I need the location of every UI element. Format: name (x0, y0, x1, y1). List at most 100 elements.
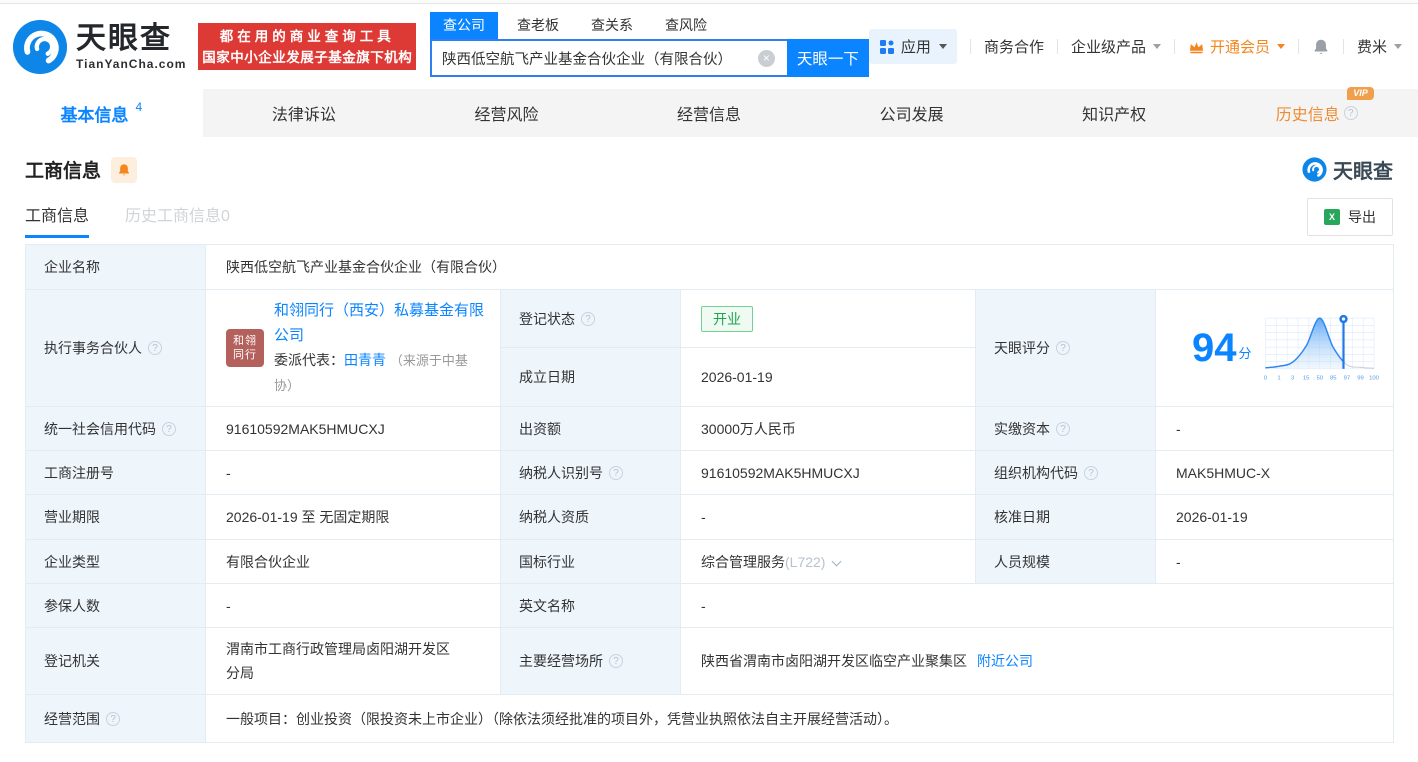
tab-intellectual-property[interactable]: 知识产权 (1013, 89, 1216, 137)
section-header: 工商信息 天眼查 (25, 137, 1393, 184)
tab-label: 公司发展 (880, 101, 944, 125)
company-name-cell: 陕西低空航飞产业基金合伙企业（有限合伙） (206, 245, 1394, 290)
registration-status-cell: 开业 (681, 290, 976, 348)
field-label: 组织机构代码 (994, 463, 1078, 483)
taxpayer-quality-label-cell: 纳税人资质 (501, 495, 681, 540)
avatar-text: 同行 (233, 348, 257, 362)
insured-count-cell: - (206, 584, 501, 628)
company-section-tabs: 基本信息4 法律诉讼 经营风险 经营信息 公司发展 知识产权 历史信息 VIP (0, 89, 1418, 137)
partner-avatar[interactable]: 和翎 同行 (226, 329, 264, 367)
nav-cooperation[interactable]: 商务合作 (984, 36, 1044, 57)
chevron-down-icon[interactable] (832, 556, 842, 566)
registration-authority-value: 渭南市工商行政管理局卤阳湖开发区分局 (226, 641, 450, 681)
promo-line1: 都在用的商业查询工具 (198, 26, 416, 47)
tab-count-badge: 4 (135, 100, 142, 114)
subscribe-bell-button[interactable] (111, 157, 137, 183)
representative-link[interactable]: 田青青 (344, 352, 386, 368)
vip-badge: VIP (1347, 87, 1374, 100)
business-term-value: 2026-01-19 至 无固定期限 (226, 509, 389, 525)
business-scope-label-cell: 经营范围 (26, 695, 206, 743)
paid-capital-label-cell: 实缴资本 (976, 407, 1156, 451)
search-tab-company[interactable]: 查公司 (430, 12, 498, 39)
field-label: 英文名称 (519, 596, 575, 616)
excel-icon (1324, 209, 1340, 225)
caret-down-icon (1394, 44, 1402, 49)
username-label: 费米 (1357, 36, 1387, 57)
industry-cell[interactable]: 综合管理服务(L722) (681, 540, 976, 584)
subtab-business-info[interactable]: 工商信息 (25, 202, 89, 238)
field-label: 登记状态 (519, 309, 575, 329)
tianyan-score-cell: 94 分 (1156, 290, 1394, 407)
search-tab-risk[interactable]: 查风险 (652, 12, 720, 39)
enterprise-label: 企业级产品 (1071, 36, 1146, 57)
nav-user-menu[interactable]: 费米 (1357, 36, 1402, 57)
company-type-value: 有限合伙企业 (226, 554, 310, 570)
nearby-companies-link[interactable]: 附近公司 (977, 651, 1033, 671)
partner-company-link[interactable]: 和翎同行（西安）私募基金有限公司 (274, 302, 484, 344)
tab-operating-info[interactable]: 经营信息 (608, 89, 811, 137)
tianyancha-logo[interactable]: 天眼查 TianYanCha.com (12, 19, 186, 75)
subtab-history-business-info[interactable]: 历史工商信息0 (125, 202, 230, 238)
tab-history-info[interactable]: 历史信息 VIP (1215, 89, 1418, 137)
search-clear-icon[interactable] (758, 50, 775, 67)
tab-label: 经营风险 (474, 101, 538, 125)
tianyan-score-label-cell: 天眼评分 (976, 290, 1156, 407)
establish-date-label-cell: 成立日期 (501, 348, 681, 407)
registration-no-cell: - (206, 451, 501, 495)
nav-enterprise-products[interactable]: 企业级产品 (1071, 36, 1161, 57)
field-label: 执行事务合伙人 (44, 338, 142, 358)
tab-label: 经营信息 (677, 101, 741, 125)
field-label: 主要经营场所 (519, 651, 603, 671)
nav-separator (1343, 39, 1344, 54)
watermark-text: 天眼查 (1333, 155, 1393, 184)
uscc-cell: 91610592MAK5HMUCXJ (206, 407, 501, 451)
company-name-label-cell: 企业名称 (26, 245, 206, 290)
tianyancha-page: 天眼查 TianYanCha.com 都在用的商业查询工具 国家中小企业发展子基… (0, 0, 1418, 762)
question-icon (609, 654, 623, 668)
nav-separator (1057, 39, 1058, 54)
search-tab-boss[interactable]: 查老板 (504, 12, 572, 39)
capital-value: 30000万人民币 (701, 421, 796, 437)
tab-basic-info[interactable]: 基本信息4 (0, 89, 203, 137)
registration-authority-cell: 渭南市工商行政管理局卤阳湖开发区分局 (206, 628, 501, 695)
tab-label: 历史信息 (1276, 101, 1340, 125)
capital-cell: 30000万人民币 (681, 407, 976, 451)
industry-label-cell: 国标行业 (501, 540, 681, 584)
business-scope-value: 一般项目：创业投资（限投资未上市企业）（除依法须经批准的项目外，凭营业执照依法自… (226, 711, 898, 727)
tab-legal-litigation[interactable]: 法律诉讼 (203, 89, 406, 137)
field-label: 纳税人识别号 (519, 463, 603, 483)
registration-authority-label-cell: 登记机关 (26, 628, 206, 695)
nav-separator (1298, 39, 1299, 54)
tab-operating-risk[interactable]: 经营风险 (405, 89, 608, 137)
field-label: 核准日期 (994, 507, 1050, 527)
search-input[interactable] (430, 39, 787, 77)
nav-open-vip[interactable]: 开通会员 (1188, 36, 1285, 57)
search-button[interactable]: 天眼一下 (787, 39, 869, 77)
search-tab-relation[interactable]: 查关系 (578, 12, 646, 39)
tab-company-development[interactable]: 公司发展 (810, 89, 1013, 137)
svg-text:1: 1 (1277, 376, 1280, 382)
nav-notifications[interactable] (1312, 38, 1330, 56)
export-button[interactable]: 导出 (1307, 198, 1393, 236)
crown-icon (1188, 40, 1205, 54)
business-scope-cell: 一般项目：创业投资（限投资未上市企业）（除依法须经批准的项目外，凭营业执照依法自… (206, 695, 1394, 743)
approval-date-value: 2026-01-19 (1176, 509, 1248, 525)
business-address-cell: 陕西省渭南市卤阳湖开发区临空产业聚集区 附近公司 (681, 628, 1394, 695)
apps-label: 应用 (901, 36, 931, 57)
question-icon (1056, 422, 1070, 436)
field-label: 经营范围 (44, 709, 100, 729)
apps-button[interactable]: 应用 (869, 29, 957, 64)
search-row: 天眼一下 (430, 39, 869, 77)
question-icon (609, 466, 623, 480)
nav-separator (970, 39, 971, 54)
field-label: 营业期限 (44, 507, 100, 527)
capital-label-cell: 出资额 (501, 407, 681, 451)
field-label: 参保人数 (44, 596, 100, 616)
company-type-label-cell: 企业类型 (26, 540, 206, 584)
establish-date-value: 2026-01-19 (701, 369, 773, 385)
english-name-label-cell: 英文名称 (501, 584, 681, 628)
field-label: 登记机关 (44, 651, 100, 671)
field-label: 国标行业 (519, 552, 575, 572)
approval-date-label-cell: 核准日期 (976, 495, 1156, 540)
taxpayer-quality-cell: - (681, 495, 976, 540)
